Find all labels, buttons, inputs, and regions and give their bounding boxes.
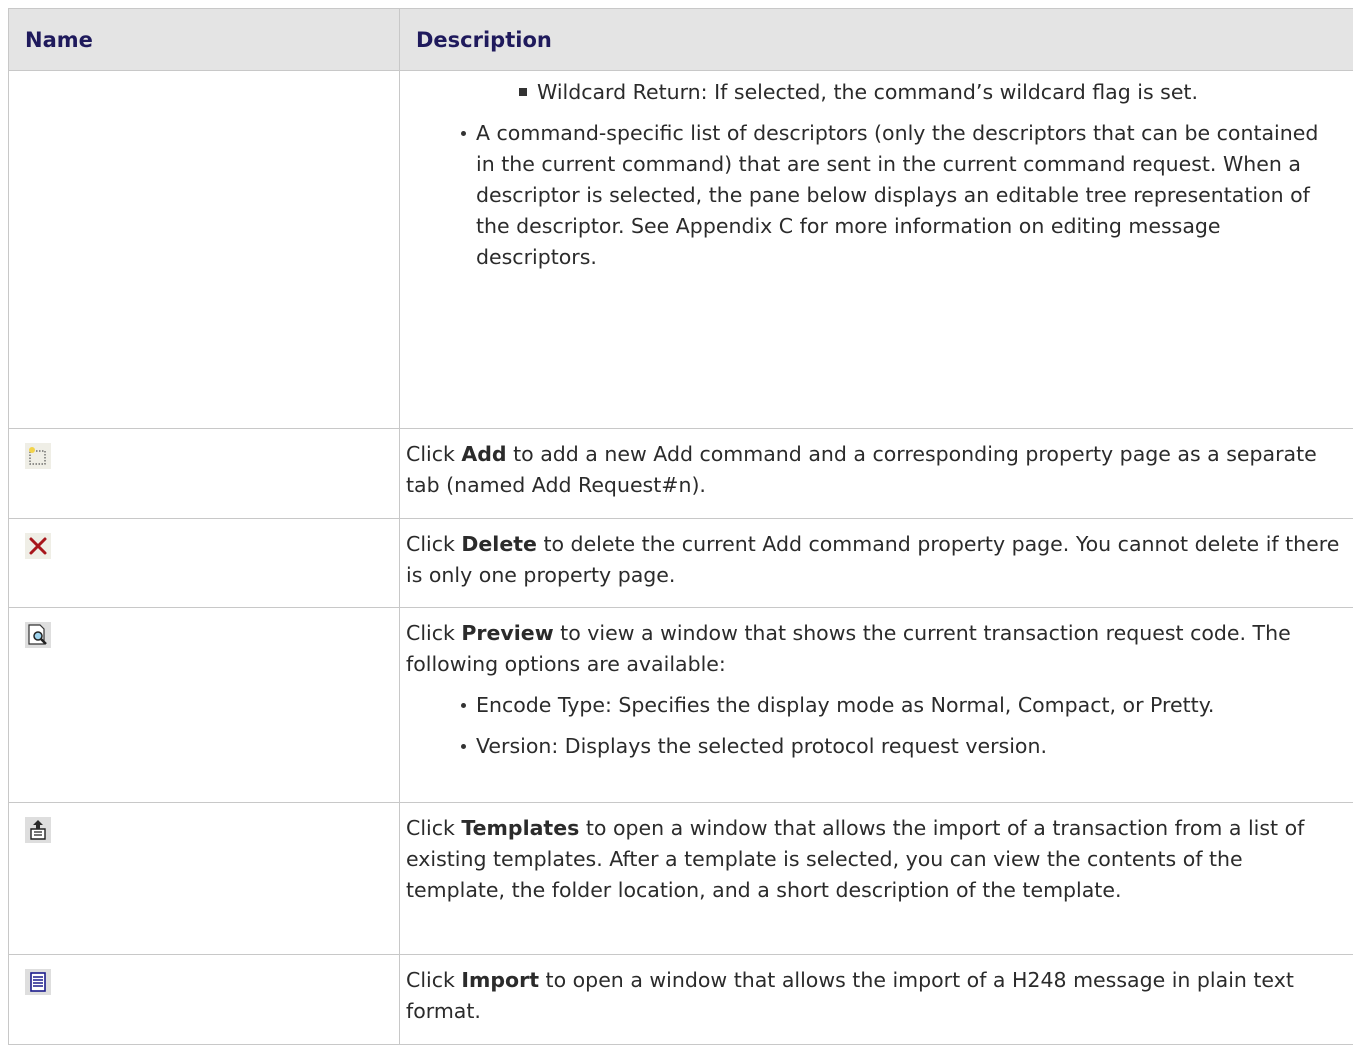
table-row: Wildcard Return: If selected, the comman… xyxy=(8,70,1353,429)
table-row: Click Add to add a new Add command and a… xyxy=(8,428,1353,519)
table-header-row: Name Description xyxy=(8,8,1353,71)
header-name: Name xyxy=(8,8,400,71)
add-term: Add xyxy=(461,442,507,466)
name-cell xyxy=(8,607,400,803)
sub-bullet-item: Wildcard Return: If selected, the comman… xyxy=(406,77,1343,108)
bullet-list: A command-specific list of descriptors (… xyxy=(406,118,1343,273)
description-cell: Click Templates to open a window that al… xyxy=(399,802,1353,955)
new-item-icon xyxy=(25,443,51,469)
name-cell xyxy=(8,428,400,519)
delete-description: Click Delete to delete the current Add c… xyxy=(406,532,1340,587)
import-description: Click Import to open a window that allow… xyxy=(406,968,1294,1023)
header-description: Description xyxy=(399,8,1353,71)
templates-term: Templates xyxy=(461,816,580,840)
preview-options-list: Encode Type: Specifies the display mode … xyxy=(406,690,1343,762)
import-term: Import xyxy=(461,968,540,992)
description-cell: Click Import to open a window that allow… xyxy=(399,954,1353,1045)
preview-description: Click Preview to view a window that show… xyxy=(406,621,1291,676)
table-row: Click Delete to delete the current Add c… xyxy=(8,518,1353,608)
reference-table: Name Description Wildcard Return: If sel… xyxy=(8,8,1353,1045)
preview-magnifier-icon xyxy=(25,622,51,648)
templates-description: Click Templates to open a window that al… xyxy=(406,816,1305,902)
add-description: Click Add to add a new Add command and a… xyxy=(406,442,1317,497)
description-cell: Click Delete to delete the current Add c… xyxy=(399,518,1353,608)
name-cell xyxy=(8,518,400,608)
delete-term: Delete xyxy=(461,532,537,556)
name-cell xyxy=(8,954,400,1045)
name-cell xyxy=(8,802,400,955)
description-cell: Click Add to add a new Add command and a… xyxy=(399,428,1353,519)
table-row: Click Import to open a window that allow… xyxy=(8,954,1353,1045)
sub-bullet-list: Wildcard Return: If selected, the comman… xyxy=(406,77,1343,108)
preview-term: Preview xyxy=(461,621,554,645)
templates-upload-icon xyxy=(25,817,51,843)
delete-x-icon xyxy=(25,533,51,559)
table-row: Click Preview to view a window that show… xyxy=(8,607,1353,803)
table-row: Click Templates to open a window that al… xyxy=(8,802,1353,955)
encode-type-option: Encode Type: Specifies the display mode … xyxy=(406,690,1343,721)
bullet-item: A command-specific list of descriptors (… xyxy=(406,118,1343,273)
import-list-icon xyxy=(25,969,51,995)
description-cell: Click Preview to view a window that show… xyxy=(399,607,1353,803)
name-cell-empty xyxy=(8,70,400,429)
description-cell: Wildcard Return: If selected, the comman… xyxy=(399,70,1353,429)
version-option: Version: Displays the selected protocol … xyxy=(406,731,1343,762)
